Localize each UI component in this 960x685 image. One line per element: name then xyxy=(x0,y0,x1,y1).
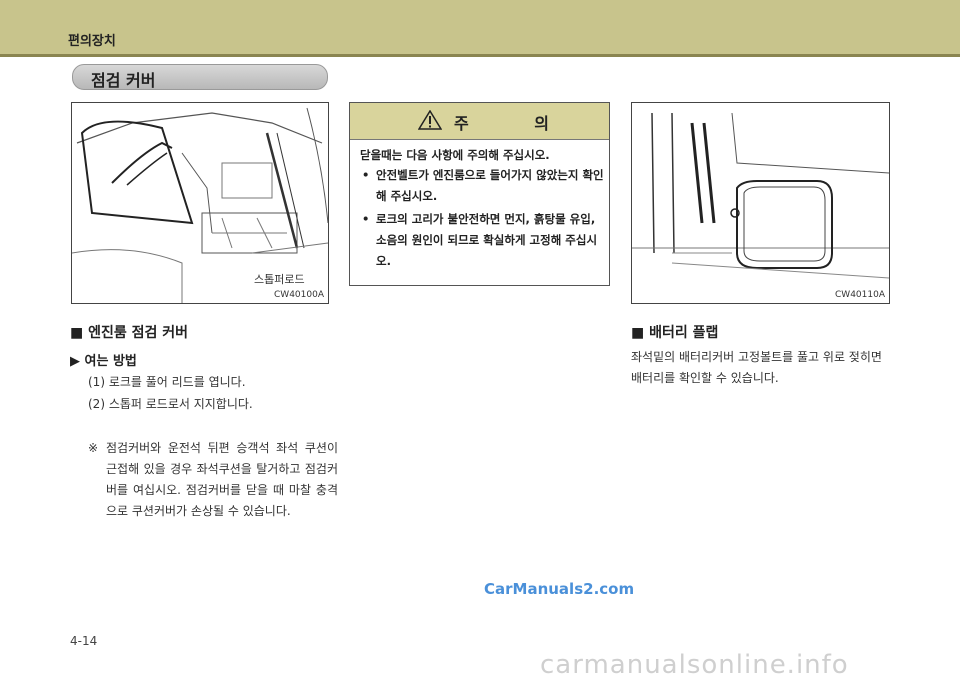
caution-header: 주 의 xyxy=(350,103,609,140)
note-symbol: ※ xyxy=(88,441,99,455)
caution-item: • 로크의 고리가 불안전하면 먼지, 흙탕물 유입, 소음의 원인이 되므로 확… xyxy=(362,212,598,268)
engine-cover-figure: 스톱퍼로드 CW40100A xyxy=(71,102,329,304)
step-1: (1) 로크를 풀어 리드를 엽니다. xyxy=(88,375,246,389)
caution-item: • 안전벨트가 엔진룸으로 들어가지 않았는지 확인해 주십시오. xyxy=(362,168,604,203)
header-band xyxy=(0,0,960,54)
caution-title: 주 의 xyxy=(454,114,580,133)
opening-method-subheading: ▶ 여는 방법 xyxy=(70,354,137,369)
battery-flap-figure: CW40110A xyxy=(631,102,890,304)
caution-box: 주 의 닫을때는 다음 사항에 주의해 주십시오. • 안전벨트가 엔진룸으로 들… xyxy=(349,102,610,286)
figure-code: CW40100A xyxy=(274,290,324,300)
step-2: (2) 스톱퍼 로드로서 지지합니다. xyxy=(88,397,253,411)
section-title-pill: 점검 커버 xyxy=(72,64,328,90)
engine-room-heading: ■ 엔진룸 점검 커버 xyxy=(70,325,189,341)
stopper-rod-label: 스톱퍼로드 xyxy=(254,273,305,286)
caution-lead: 닫을때는 다음 사항에 주의해 주십시오. xyxy=(360,148,550,162)
bottom-watermark: carmanualsonline.info xyxy=(540,650,849,680)
note-text: 점검커버와 운전석 뒤편 승객석 좌석 쿠션이 근접해 있을 경우 좌석쿠션을 … xyxy=(106,441,338,518)
warning-icon xyxy=(418,110,442,130)
figure-code: CW40110A xyxy=(835,290,885,300)
battery-flap-heading: ■ 배터리 플랩 xyxy=(631,325,719,341)
site-watermark[interactable]: CarManuals2.com xyxy=(484,580,634,598)
page-number: 4-14 xyxy=(70,634,98,648)
section-title: 점검 커버 xyxy=(91,71,156,90)
engine-note: ※ 점검커버와 운전석 뒤편 승객석 좌석 쿠션이 근접해 있을 경우 좌석쿠션… xyxy=(88,438,338,522)
battery-flap-illustration xyxy=(632,112,889,279)
chapter-title: 편의장치 xyxy=(68,34,116,49)
battery-flap-text: 좌석밑의 배터리커버 고정볼트를 풀고 위로 젖히면 배터리를 확인할 수 있습… xyxy=(631,350,882,385)
header-rule xyxy=(0,54,960,57)
